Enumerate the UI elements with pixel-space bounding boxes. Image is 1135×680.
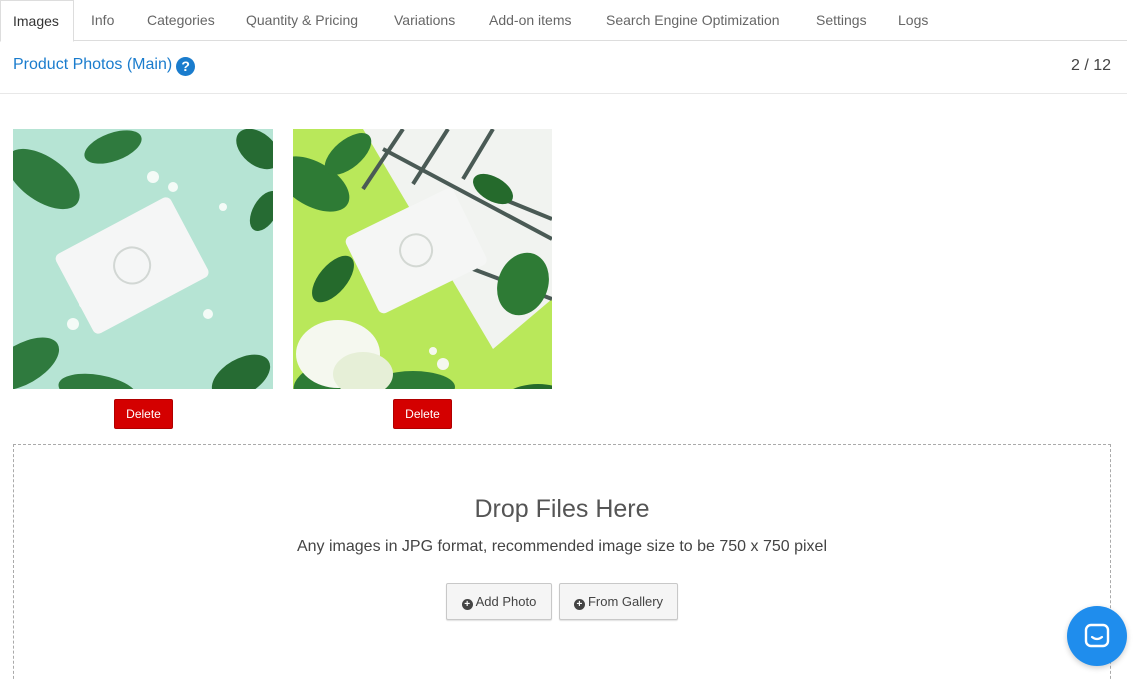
file-dropzone[interactable]: Drop Files Here Any images in JPG format… bbox=[13, 444, 1111, 680]
from-gallery-label: From Gallery bbox=[587, 594, 664, 609]
question-circle-icon[interactable]: ? bbox=[176, 57, 196, 76]
tab-seo[interactable]: Search Engine Optimization bbox=[606, 0, 780, 41]
section-header: Product Photos (Main)? 2 / 12 bbox=[0, 41, 1127, 94]
tab-variations[interactable]: Variations bbox=[394, 0, 455, 41]
section-title: Product Photos (Main)? bbox=[13, 54, 196, 76]
dropzone-hint: Any images in JPG format, recommended im… bbox=[296, 538, 828, 555]
delete-photo-1-button[interactable]: Delete bbox=[114, 399, 173, 429]
photo-counter: 2 / 12 bbox=[1070, 57, 1111, 74]
tab-info[interactable]: Info bbox=[91, 0, 114, 41]
product-photo-2[interactable] bbox=[293, 129, 552, 389]
tab-quantity-pricing[interactable]: Quantity & Pricing bbox=[246, 0, 358, 41]
add-photo-button[interactable]: + Add Photo bbox=[446, 583, 552, 620]
plus-circle-icon: + bbox=[573, 599, 585, 610]
tab-bar: Images Info Categories Quantity & Pricin… bbox=[0, 0, 1127, 42]
plus-circle-icon: + bbox=[461, 599, 473, 610]
tab-add-on-items[interactable]: Add-on items bbox=[489, 0, 571, 41]
from-gallery-button[interactable]: + From Gallery bbox=[559, 583, 678, 620]
tab-logs[interactable]: Logs bbox=[898, 0, 928, 41]
chat-bubble-icon bbox=[1084, 623, 1110, 648]
product-photo-1[interactable] bbox=[13, 129, 273, 389]
delete-photo-2-button[interactable]: Delete bbox=[393, 399, 452, 429]
soap-photo-1-image bbox=[13, 129, 273, 389]
chat-launcher-button[interactable] bbox=[1067, 606, 1127, 666]
soap-photo-2-image bbox=[293, 129, 552, 389]
add-photo-label: Add Photo bbox=[475, 594, 537, 609]
tab-settings[interactable]: Settings bbox=[816, 0, 867, 41]
dropzone-title: Drop Files Here bbox=[474, 495, 650, 523]
tab-images[interactable]: Images bbox=[0, 0, 74, 42]
section-title-text: Product Photos (Main) bbox=[13, 56, 173, 73]
tab-categories[interactable]: Categories bbox=[147, 0, 215, 41]
